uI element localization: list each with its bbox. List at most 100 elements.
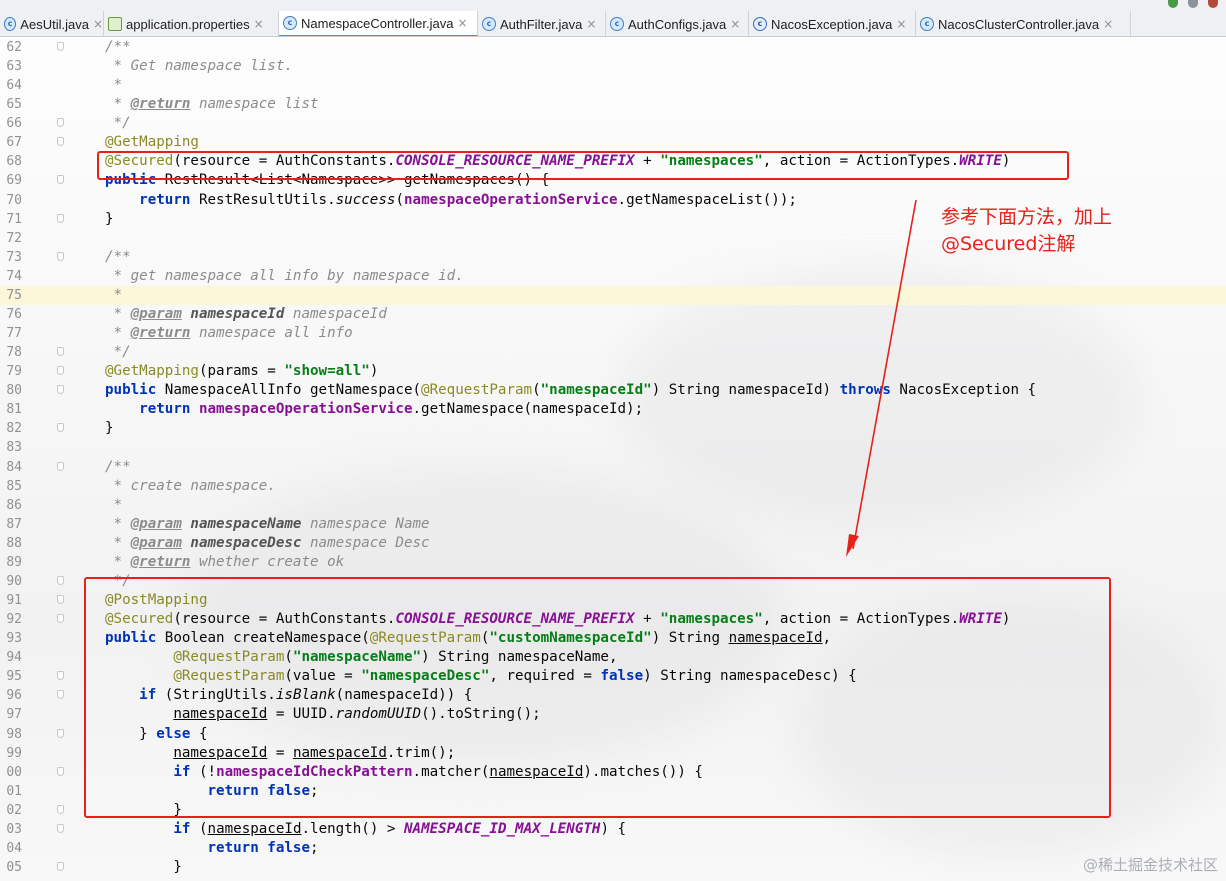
code-token: } bbox=[105, 210, 114, 227]
tab-authconfigs-java[interactable]: c AuthConfigs.java × bbox=[606, 11, 749, 36]
tab-namespacecontroller-java[interactable]: c NamespaceController.java × bbox=[279, 11, 478, 36]
close-icon[interactable]: × bbox=[1103, 17, 1113, 31]
code-token: + bbox=[634, 153, 661, 170]
code-text: } bbox=[105, 801, 182, 820]
tab-authfilter-java[interactable]: c AuthFilter.java × bbox=[478, 11, 606, 36]
fold-marker-icon[interactable] bbox=[57, 595, 64, 605]
tab-nacosexception-java[interactable]: c NacosException.java × bbox=[749, 11, 916, 36]
code-line: 86 * bbox=[0, 496, 1226, 515]
code-token: RestResultUtils. bbox=[190, 191, 336, 208]
code-token: .getNamespaceList()); bbox=[617, 191, 797, 208]
code-line: 78 */ bbox=[0, 343, 1226, 362]
code-text: public Boolean createNamespace(@RequestP… bbox=[105, 629, 831, 648]
fold-marker-icon[interactable] bbox=[57, 804, 64, 814]
code-token: namespaceOperationService bbox=[198, 401, 413, 418]
close-icon[interactable]: × bbox=[586, 17, 596, 31]
run-icon[interactable] bbox=[1168, 0, 1178, 8]
editor-tab-bar: c AesUtil.java × application.properties × c Na… bbox=[0, 0, 1226, 37]
tab-application-properties[interactable]: application.properties × bbox=[104, 11, 279, 36]
code-text: @RequestParam(value = "namespaceDesc", r… bbox=[105, 667, 856, 686]
code-token: , action = ActionTypes. bbox=[762, 153, 960, 170]
code-token: * bbox=[105, 496, 123, 513]
tab-aesutil-java[interactable]: c AesUtil.java × bbox=[0, 11, 104, 36]
close-icon[interactable]: × bbox=[254, 17, 264, 31]
fold-marker-icon[interactable] bbox=[57, 175, 64, 185]
code-line: 74 * get namespace all info by namespace… bbox=[0, 267, 1226, 286]
line-number: 96 bbox=[6, 688, 22, 704]
code-token: Boolean createNamespace( bbox=[156, 630, 370, 647]
line-number: 05 bbox=[6, 860, 22, 875]
line-number: 79 bbox=[6, 364, 22, 380]
settings-icon[interactable] bbox=[1188, 0, 1198, 8]
code-editor[interactable]: 62/** 63 * Get namespace list. 64 * 65 * @r… bbox=[0, 37, 1226, 881]
fold-marker-icon[interactable] bbox=[57, 137, 64, 147]
code-token: ( bbox=[190, 820, 208, 837]
code-text: @RequestParam("namespaceName") String na… bbox=[105, 648, 617, 667]
fold-marker-icon[interactable] bbox=[57, 347, 64, 357]
code-token: NamespaceAllInfo getNamespace( bbox=[156, 382, 422, 399]
stop-icon[interactable] bbox=[1208, 0, 1218, 8]
code-text: * Get namespace list. bbox=[105, 57, 293, 76]
code-token: return false bbox=[207, 839, 311, 856]
fold-marker-icon[interactable] bbox=[57, 42, 64, 51]
fold-marker-icon[interactable] bbox=[57, 366, 64, 376]
code-line: 98 } else { bbox=[0, 725, 1226, 744]
close-icon[interactable]: × bbox=[93, 17, 103, 31]
code-token: namespaceId bbox=[173, 706, 268, 723]
code-text: return false; bbox=[105, 782, 319, 801]
code-token: namespaceId bbox=[489, 763, 584, 780]
fold-marker-icon[interactable] bbox=[57, 690, 64, 700]
code-token: WRITE bbox=[959, 153, 1002, 170]
fold-marker-icon[interactable] bbox=[57, 461, 64, 471]
code-line: 66 */ bbox=[0, 114, 1226, 133]
code-token: whether create ok bbox=[190, 553, 345, 570]
code-token: @RequestParam bbox=[369, 630, 481, 647]
fold-marker-icon[interactable] bbox=[57, 575, 64, 585]
fold-marker-icon[interactable] bbox=[57, 766, 64, 776]
fold-marker-icon[interactable] bbox=[57, 423, 64, 433]
code-token: ).matches()) { bbox=[583, 763, 703, 780]
code-token: @PostMapping bbox=[105, 592, 208, 609]
close-icon[interactable]: × bbox=[457, 16, 467, 30]
code-token: */ bbox=[105, 572, 131, 589]
code-text: } bbox=[105, 210, 114, 229]
code-line: 85 * create namespace. bbox=[0, 477, 1226, 496]
fold-marker-icon[interactable] bbox=[57, 671, 64, 681]
fold-marker-icon[interactable] bbox=[57, 385, 64, 395]
code-token: @Secured bbox=[105, 153, 174, 170]
line-number: 01 bbox=[6, 783, 22, 799]
fold-marker-icon[interactable] bbox=[57, 251, 64, 261]
fold-marker-icon[interactable] bbox=[57, 614, 64, 624]
code-text: * bbox=[105, 76, 123, 95]
code-token: namespaceName bbox=[190, 515, 302, 532]
fold-marker-icon[interactable] bbox=[57, 213, 64, 223]
close-icon[interactable]: × bbox=[730, 17, 740, 31]
code-token: @return bbox=[130, 325, 191, 342]
tab-label: application.properties bbox=[126, 16, 250, 32]
tab-nacosclustercontroller-java[interactable]: c NacosClusterController.java × bbox=[916, 11, 1131, 36]
code-text: */ bbox=[105, 572, 131, 591]
close-icon[interactable]: × bbox=[896, 17, 906, 31]
code-line: 03 if (namespaceId.length() > NAMESPACE_… bbox=[0, 820, 1226, 839]
line-number: 67 bbox=[6, 135, 22, 151]
code-token: namespaceId bbox=[284, 305, 387, 322]
fold-marker-icon[interactable] bbox=[57, 728, 64, 738]
code-token: (resource = AuthConstants. bbox=[173, 153, 396, 170]
line-number: 74 bbox=[6, 268, 22, 284]
code-token: public bbox=[105, 630, 157, 647]
code-token: } bbox=[105, 725, 157, 742]
code-text: } else { bbox=[105, 725, 207, 744]
code-line: 80 public NamespaceAllInfo getNamespace(@… bbox=[0, 381, 1226, 400]
properties-file-icon bbox=[108, 17, 122, 31]
code-line: 69 public RestResult<List<Namespace>> get… bbox=[0, 171, 1226, 190]
fold-marker-icon[interactable] bbox=[57, 118, 64, 128]
code-token: @RequestParam bbox=[173, 668, 285, 685]
fold-marker-icon[interactable] bbox=[57, 823, 64, 833]
code-token: @param bbox=[130, 305, 182, 322]
code-token: * get namespace all info by namespace id… bbox=[105, 267, 464, 284]
code-token: @GetMapping bbox=[105, 363, 199, 380]
code-token: , bbox=[822, 630, 832, 647]
code-token: * create namespace. bbox=[105, 477, 276, 494]
fold-marker-icon[interactable] bbox=[57, 862, 64, 871]
code-token: namespaceOperationService bbox=[403, 191, 618, 208]
